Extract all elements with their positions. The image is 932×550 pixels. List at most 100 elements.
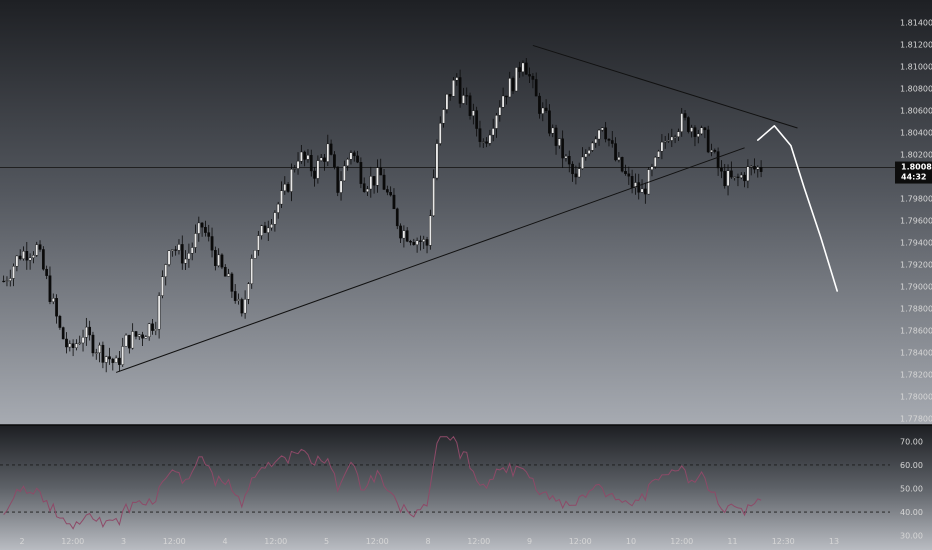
candle-body — [528, 74, 531, 77]
candle-body — [680, 113, 684, 132]
candle-body — [91, 334, 95, 354]
countdown-label: 44:32 — [901, 173, 926, 182]
candle-body — [339, 180, 343, 193]
candle-body — [425, 239, 429, 246]
candle-body — [263, 225, 267, 233]
candle-body — [207, 232, 211, 237]
candle-body — [362, 183, 366, 192]
candle-body — [498, 107, 502, 116]
candle-body — [524, 62, 528, 75]
candle-body — [48, 275, 52, 302]
candle-body — [382, 174, 386, 190]
candle-body — [448, 94, 452, 97]
candle-body — [15, 255, 19, 267]
rsi-tick-label: 50.00 — [900, 485, 923, 494]
candle-body — [369, 176, 373, 190]
candle-body — [471, 110, 475, 116]
rsi-pane[interactable] — [0, 425, 932, 550]
candle-body — [673, 136, 677, 138]
candle-body — [81, 337, 85, 344]
price-tick-label: 1.79800 — [900, 194, 932, 203]
price-tick-label: 1.78400 — [900, 349, 932, 358]
candle-body — [237, 299, 240, 301]
candle-body — [627, 173, 631, 177]
candle-body — [445, 94, 449, 110]
candle-body — [94, 352, 98, 354]
candle-body — [660, 141, 664, 152]
time-tick-label: 4 — [222, 537, 227, 546]
candle-body — [481, 141, 485, 143]
candle-body — [379, 167, 383, 176]
candle-body — [167, 250, 171, 265]
candle-body — [544, 107, 548, 111]
candle-body — [356, 155, 359, 163]
candle-body — [432, 177, 436, 216]
price-tick-label: 1.78200 — [900, 371, 932, 380]
candle-body — [114, 357, 118, 363]
time-tick-label: 11 — [727, 537, 737, 546]
candle-body — [326, 143, 330, 162]
candle-body — [557, 138, 561, 146]
candle-body — [438, 122, 442, 144]
candle-body — [306, 155, 310, 160]
candle-body — [200, 222, 204, 228]
candle-body — [293, 168, 297, 170]
current-price-label: 1.80081 — [901, 163, 932, 172]
candle-body — [260, 225, 264, 236]
candle-body — [134, 331, 138, 337]
time-tick-label: 12:00 — [264, 537, 287, 546]
candle-body — [392, 194, 396, 210]
candle-body — [366, 188, 369, 192]
candle-body — [35, 244, 39, 256]
candle-body — [372, 176, 376, 186]
candle-body — [28, 257, 32, 261]
candle-body — [38, 244, 42, 250]
candle-body — [180, 244, 184, 264]
candle-body — [584, 153, 588, 158]
time-tick-label: 8 — [425, 537, 430, 546]
candle-body — [299, 151, 303, 162]
candle-body — [577, 168, 581, 178]
candle-body — [452, 80, 455, 97]
candle-body — [309, 155, 313, 172]
candle-body — [8, 278, 12, 281]
candle-body — [210, 236, 214, 251]
candle-body — [240, 299, 244, 314]
candle-body — [690, 127, 694, 132]
candle-body — [402, 230, 406, 239]
price-tick-label: 1.81400 — [900, 18, 932, 27]
candle-body — [399, 225, 402, 239]
candle-body — [243, 299, 247, 314]
candle-body — [144, 336, 148, 339]
candle-body — [197, 222, 201, 234]
price-pane[interactable] — [0, 0, 932, 425]
candle-body — [227, 273, 230, 277]
candle-body — [204, 227, 207, 233]
trading-chart[interactable]: 1.81400 1.81200 1.81000 1.80800 1.80600 1.804… — [0, 0, 932, 550]
candle-body — [376, 167, 379, 186]
candle-body — [190, 247, 194, 254]
candle-body — [141, 334, 144, 339]
price-tick-label: 1.78000 — [900, 393, 932, 402]
candle-body — [567, 156, 571, 165]
candle-body — [637, 182, 641, 193]
candle-body — [723, 171, 727, 187]
candle-body — [319, 157, 323, 161]
rsi-tick-label: 60.00 — [900, 461, 923, 470]
candle-body — [25, 251, 29, 261]
chart-canvas[interactable]: 1.81400 1.81200 1.81000 1.80800 1.80600 1.804… — [0, 0, 932, 550]
candle-body — [495, 115, 498, 129]
candle-body — [220, 254, 224, 268]
price-tick-label: 1.80200 — [900, 150, 932, 159]
candle-body — [131, 331, 135, 349]
candle-body — [703, 127, 707, 131]
time-tick-label: 5 — [324, 537, 329, 546]
candle-body — [607, 138, 611, 141]
candle-body — [491, 128, 495, 136]
candle-body — [389, 192, 393, 196]
time-tick-label: 12:00 — [61, 537, 84, 546]
candle-body — [108, 356, 111, 360]
time-tick-label: 12:00 — [467, 537, 490, 546]
candle-body — [720, 167, 723, 172]
time-tick-label: 12:00 — [163, 537, 186, 546]
